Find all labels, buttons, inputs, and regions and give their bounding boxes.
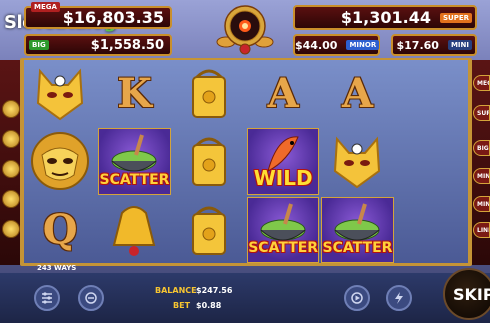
skip-label: SKIP (453, 284, 490, 304)
reel-4: A WILD SCATTER (247, 60, 320, 263)
bet-options-button[interactable] (78, 285, 104, 311)
fox-mask-icon (37, 68, 84, 121)
lightning-icon (395, 292, 403, 304)
left-medal-icon (2, 160, 20, 178)
fox-mask-icon (334, 136, 381, 189)
left-medal-icon (2, 220, 20, 238)
bet-value: $0.88 (196, 301, 222, 310)
side-tag-minor: MINOR (473, 168, 490, 184)
side-tag-link: LINK (473, 222, 490, 238)
symbol-fox-mask (24, 60, 96, 126)
symbol-letter-k: K (98, 60, 170, 126)
left-medal-icon (2, 190, 20, 208)
left-medal-icon (2, 130, 20, 148)
golden-mask-icon (31, 132, 90, 191)
jackpot-mega-tag: MEGA (31, 2, 60, 12)
autoplay-icon (351, 292, 363, 304)
side-tag-big: BIG (473, 140, 490, 156)
symbol-scatter: SCATTER (98, 128, 171, 195)
golden-bell-icon (113, 205, 156, 256)
reel-grid: Q K SCATTER A WILD SCATTER A SCATTER (24, 60, 468, 263)
jackpot-big-value: $1,558.50 (90, 37, 164, 53)
letter-label: K (117, 69, 152, 117)
letter-label: A (341, 69, 374, 117)
symbol-gold-pouch (173, 60, 245, 126)
jackpot-minor: $44.00 MINOR (293, 34, 380, 56)
sliders-icon (42, 292, 52, 304)
jackpot-big-tag: BIG (29, 40, 49, 50)
turbo-button[interactable] (386, 285, 412, 311)
jackpot-mini-tag: MINI (447, 40, 472, 50)
gold-pouch-icon (191, 69, 226, 119)
lucky-coin-emblem-icon (216, 5, 274, 55)
jackpot-minor-tag: MINOR (346, 40, 380, 50)
skip-button[interactable]: SKIP (443, 268, 490, 320)
letter-label: A (267, 69, 299, 117)
side-tag-super: SUPER (473, 105, 490, 121)
letter-label: Q (42, 206, 78, 254)
coins-icon (85, 292, 97, 304)
symbol-fox-mask (321, 128, 393, 194)
settings-button[interactable] (34, 285, 60, 311)
side-tag-mini: MINI (473, 196, 490, 212)
symbol-scatter: SCATTER (247, 196, 320, 263)
jackpot-big: BIG $1,558.50 (24, 34, 172, 56)
symbol-letter-q: Q (24, 197, 96, 263)
balance-value: $247.56 (196, 286, 233, 295)
jackpot-mini-value: $17.60 (396, 38, 439, 52)
jackpot-super: $1,301.44 SUPER (293, 5, 477, 30)
control-bar (0, 273, 490, 323)
symbol-scatter: SCATTER (321, 196, 394, 263)
gold-pouch-icon (191, 137, 226, 187)
reel-5: A SCATTER (321, 60, 394, 263)
symbol-gold-pouch (173, 197, 245, 263)
jackpot-super-value: $1,301.44 (340, 8, 431, 27)
reel-2: K SCATTER (98, 60, 171, 263)
jackpot-mini: $17.60 MINI (391, 34, 477, 56)
wild-label: WILD (253, 165, 313, 190)
scatter-label: SCATTER (322, 240, 393, 256)
side-tag-mega: MEGA (473, 75, 490, 91)
scatter-label: SCATTER (99, 171, 170, 188)
reel-3 (173, 60, 245, 263)
symbol-gold-pouch (173, 128, 245, 194)
balance-label: BALANCE (155, 286, 197, 295)
jackpot-super-tag: SUPER (439, 12, 472, 23)
symbol-wild: WILD (247, 128, 320, 195)
reel-1: Q (24, 60, 96, 263)
jackpot-mega: MEGA $16,803.35 (24, 2, 172, 29)
symbol-letter-a: A (321, 60, 393, 126)
symbol-letter-a: A (247, 60, 319, 126)
symbol-bell (98, 197, 170, 263)
autoplay-button[interactable] (344, 285, 370, 311)
symbol-golden-mask (24, 128, 96, 194)
gold-pouch-icon (191, 206, 226, 255)
bet-label: BET (173, 301, 191, 310)
left-side-panel (0, 60, 20, 265)
scatter-label: SCATTER (248, 240, 319, 256)
ways-count: 243 WAYS (37, 264, 77, 272)
jackpot-minor-value: $44.00 (295, 38, 338, 52)
left-medal-icon (2, 100, 20, 118)
